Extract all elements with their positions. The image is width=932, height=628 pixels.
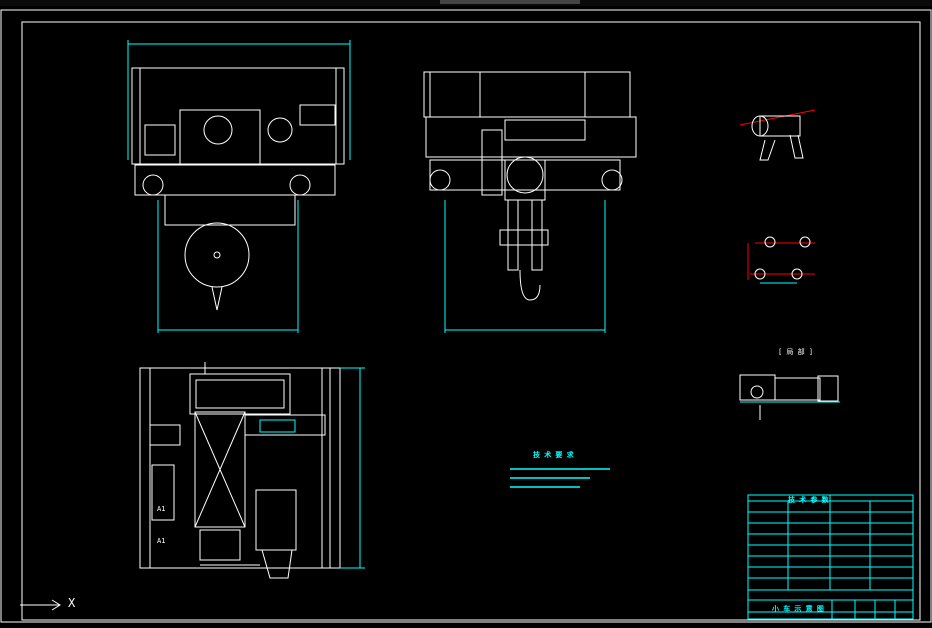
tech-requirement-lines: [510, 468, 610, 488]
section-label-a2: A1: [157, 537, 166, 545]
inner-border: [21, 21, 921, 621]
side-view: [423, 71, 637, 333]
wheel-layout-detail: [747, 236, 815, 284]
detail-label: [ 局 部 ]: [778, 348, 814, 356]
section-label-a1: A1: [157, 505, 166, 513]
cad-drawing-canvas[interactable]: [0, 0, 932, 628]
title-block: [747, 494, 914, 620]
ucs-axis-icon: [20, 599, 61, 611]
pulley-iso-detail: [739, 109, 816, 161]
table-title: 技 术 参 数: [788, 496, 829, 504]
front-view: [127, 40, 351, 333]
partial-section-detail: [739, 374, 840, 420]
ucs-x-label: X: [68, 596, 76, 610]
tech-requirements-title: 技 术 要 求: [533, 451, 574, 459]
plan-view: [139, 362, 365, 579]
drawing-title: 小 车 示 意 图: [772, 605, 824, 613]
